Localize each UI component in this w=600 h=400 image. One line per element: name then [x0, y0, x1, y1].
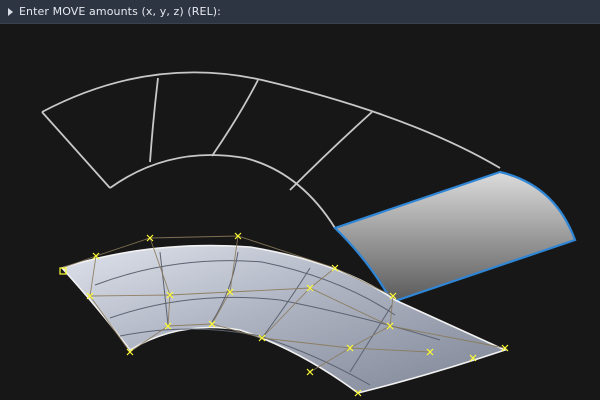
viewport-canvas[interactable] — [0, 24, 600, 400]
command-prompt-bar[interactable]: Enter MOVE amounts (x, y, z) (REL): — [0, 0, 600, 24]
selected-surface-patch[interactable] — [332, 170, 577, 304]
command-prompt-text: Enter MOVE amounts (x, y, z) (REL): — [19, 5, 221, 18]
3d-viewport[interactable] — [0, 24, 600, 400]
expand-arrow-icon[interactable] — [8, 7, 13, 16]
